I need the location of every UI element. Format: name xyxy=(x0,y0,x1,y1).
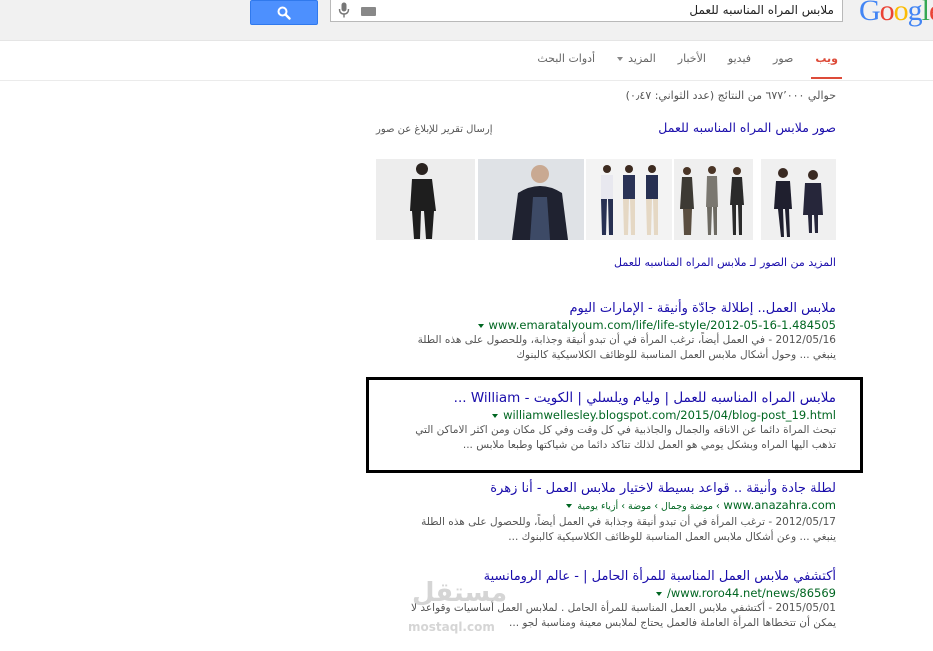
report-images-link[interactable]: إرسال تقرير للإبلاغ عن صور xyxy=(376,124,492,135)
tab-search-tools[interactable]: أدوات البحث xyxy=(537,52,595,65)
tab-more[interactable]: المزيد xyxy=(617,52,656,65)
result-breadcrumb: › موضة وجمال › موضة › أزياء يومية xyxy=(577,501,720,512)
watermark-arabic: مستقل xyxy=(412,578,508,608)
search-result: ملابس العمل.. إطلالة جادّة وأنيقة - الإم… xyxy=(366,300,836,363)
result-snippet-line: ينبغي ... وعن أشكال ملابس العمل المناسبة… xyxy=(508,531,836,543)
tabs-divider xyxy=(0,80,933,81)
images-heading-link[interactable]: صور ملابس المراه المناسبه للعمل xyxy=(658,120,836,135)
tab-news[interactable]: الأخبار xyxy=(678,52,706,65)
image-thumbnail[interactable] xyxy=(376,159,475,240)
result-snippet-line: ينبغي ... وحول أشكال ملابس العمل المناسب… xyxy=(516,349,836,361)
result-title-link[interactable]: ملابس العمل.. إطلالة جادّة وأنيقة - الإم… xyxy=(366,300,836,317)
result-url-text: www.emaratalyoum.com/life/life-style/201… xyxy=(488,318,836,332)
google-logo[interactable]: Google xyxy=(859,0,933,28)
result-url-text: www.anazahra.com xyxy=(723,498,836,512)
tab-more-label: المزيد xyxy=(628,52,656,65)
image-thumbnail[interactable] xyxy=(674,159,753,240)
search-result: ملابس المراه المناسبه للعمل | وليام ويلس… xyxy=(376,390,836,453)
search-tabs: ويب صور فيديو الأخبار المزيد أدوات البحث xyxy=(515,52,842,79)
search-button[interactable] xyxy=(250,0,318,25)
dropdown-arrow-icon[interactable] xyxy=(566,503,573,508)
search-box[interactable] xyxy=(330,0,843,22)
search-result: لطلة جادة وأنيقة .. قواعد بسيطة لاختيار … xyxy=(366,480,836,545)
result-snippet-line: 2012/05/17 - ترغب المرأة في أن تبدو أنيق… xyxy=(421,516,836,528)
search-icon xyxy=(277,6,291,20)
more-images-link[interactable]: المزيد من الصور لـ ملابس المراه المناسبه… xyxy=(614,256,836,269)
dropdown-arrow-icon[interactable] xyxy=(477,323,484,328)
image-thumbnail[interactable] xyxy=(761,159,836,240)
tab-video[interactable]: فيديو xyxy=(728,52,751,65)
microphone-icon[interactable] xyxy=(338,2,350,19)
tab-web[interactable]: ويب xyxy=(811,52,842,79)
chevron-down-icon xyxy=(617,57,624,61)
dropdown-arrow-icon[interactable] xyxy=(492,413,499,418)
keyboard-icon[interactable] xyxy=(361,7,376,16)
result-url: www.anazahra.com › موضة وجمال › موضة › أ… xyxy=(366,497,836,515)
header-bar: Google xyxy=(0,0,933,41)
image-thumbnail[interactable] xyxy=(478,159,584,240)
search-input[interactable] xyxy=(414,1,834,19)
tab-images[interactable]: صور xyxy=(773,52,793,65)
result-stats: حوالي ٦٧٧٬٠٠٠ من النتائج (عدد الثواني: ٠… xyxy=(625,89,836,102)
result-snippet-line: تذهب اليها المراه وبشكل يومي هو العمل لذ… xyxy=(462,439,836,451)
result-snippet-line: 2012/05/16 - في العمل أيضاً، ترغب المرأة… xyxy=(417,334,836,346)
result-url: www.emaratalyoum.com/life/life-style/201… xyxy=(366,317,836,333)
watermark-latin: mostaql.com xyxy=(408,620,495,634)
result-url-text: www.roro44.net/news/86569/ xyxy=(667,586,836,600)
result-url: williamwellesley.blogspot.com/2015/04/bl… xyxy=(376,407,836,423)
dropdown-arrow-icon[interactable] xyxy=(656,591,663,596)
result-url-text: williamwellesley.blogspot.com/2015/04/bl… xyxy=(503,408,836,422)
result-title-link[interactable]: ملابس المراه المناسبه للعمل | وليام ويلس… xyxy=(376,390,836,407)
result-snippet-line: تبحث المراة دائما عن الاناقه والجمال وال… xyxy=(415,424,836,436)
result-title-link[interactable]: لطلة جادة وأنيقة .. قواعد بسيطة لاختيار … xyxy=(366,480,836,497)
image-thumbnail[interactable] xyxy=(586,159,672,240)
